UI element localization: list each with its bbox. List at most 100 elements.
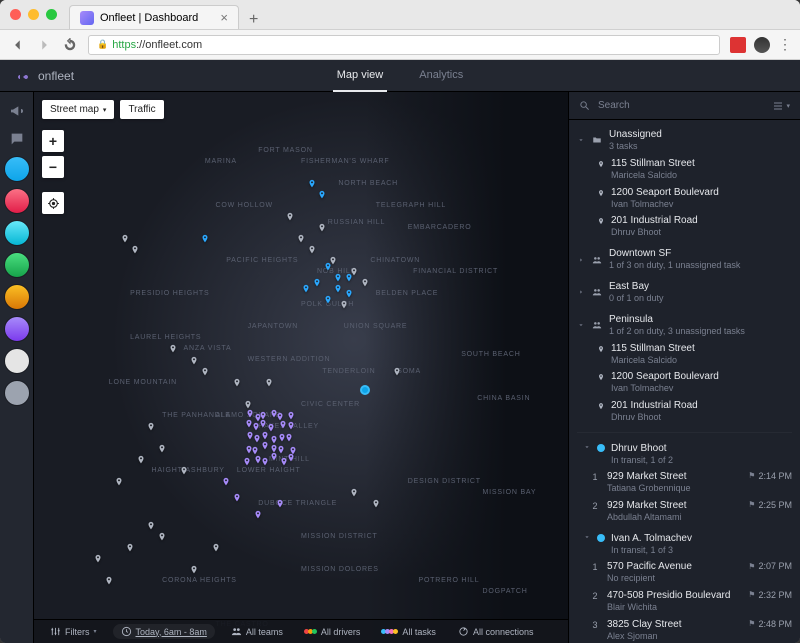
task-row[interactable]: 115 Stillman StreetMaricela Salcido (575, 155, 792, 184)
map-pin[interactable] (93, 552, 103, 566)
time-filter[interactable]: Today, 6am - 8am (113, 624, 215, 639)
new-tab-button[interactable]: + (239, 11, 268, 29)
map-pin[interactable] (344, 287, 354, 301)
close-icon[interactable]: × (220, 10, 228, 25)
map-pin[interactable] (260, 455, 270, 469)
map-pin[interactable] (333, 282, 343, 296)
map-pin[interactable] (264, 376, 274, 390)
connections-filter[interactable]: All connections (452, 624, 540, 639)
locate-button[interactable] (42, 192, 64, 214)
megaphone-icon[interactable] (6, 100, 28, 122)
map-pin[interactable] (157, 530, 167, 544)
map-pin[interactable] (344, 271, 354, 285)
map-pin[interactable] (125, 541, 135, 555)
view-toggle[interactable]: ▾ (772, 100, 790, 112)
map-pin[interactable] (232, 376, 242, 390)
group-header[interactable]: Downtown SF1 of 3 on duty, 1 unassigned … (575, 245, 792, 274)
map-pin[interactable] (317, 188, 327, 202)
rail-avatar[interactable] (4, 348, 30, 374)
map-pin[interactable] (360, 276, 370, 290)
driver-header[interactable]: Ivan A. TolmachevIn transit, 1 of 3 (575, 529, 792, 558)
rail-avatar[interactable] (4, 188, 30, 214)
task-row[interactable]: 1929 Market StreetTatiana Grobennique⚑2:… (575, 468, 792, 497)
tab-analytics[interactable]: Analytics (415, 60, 467, 92)
task-row[interactable]: 1570 Pacific AvenueNo recipient⚑2:07 PM (575, 558, 792, 587)
map-pin[interactable] (200, 232, 210, 246)
map-pin[interactable] (168, 342, 178, 356)
tab-map-view[interactable]: Map view (333, 60, 387, 92)
map-style-button[interactable]: Street map ▾ (42, 100, 114, 119)
map-pin[interactable] (296, 232, 306, 246)
window-minimize[interactable] (28, 9, 39, 20)
teams-filter[interactable]: All teams (225, 624, 289, 639)
map-pin[interactable] (114, 475, 124, 489)
group-header[interactable]: Peninsula1 of 2 on duty, 3 unassigned ta… (575, 311, 792, 340)
rail-avatar[interactable] (4, 316, 30, 342)
task-row[interactable]: 201 Industrial RoadDhruv Bhoot (575, 212, 792, 241)
driver-pulse-marker[interactable] (360, 385, 370, 395)
rail-avatar[interactable] (4, 252, 30, 278)
drivers-filter[interactable]: All drivers (299, 625, 367, 639)
back-button[interactable] (10, 37, 26, 53)
rail-avatar[interactable] (4, 380, 30, 406)
search-input[interactable]: Search (598, 100, 764, 111)
rail-avatar[interactable] (4, 220, 30, 246)
map-pin[interactable] (285, 210, 295, 224)
browser-tab[interactable]: Onfleet | Dashboard × (69, 5, 239, 29)
traffic-toggle[interactable]: Traffic (120, 100, 163, 119)
rail-avatar[interactable] (4, 156, 30, 182)
map-pin[interactable] (221, 475, 231, 489)
driver-header[interactable]: Dhruv BhootIn transit, 1 of 2 (575, 439, 792, 468)
browser-menu[interactable]: ⋮ (778, 36, 790, 53)
filters-button[interactable]: Filters ▾ (44, 624, 103, 639)
map-pin[interactable] (189, 354, 199, 368)
zoom-in-button[interactable]: + (42, 130, 64, 152)
map-pin[interactable] (200, 365, 210, 379)
map-pin[interactable] (253, 508, 263, 522)
map-pin[interactable] (242, 455, 252, 469)
window-close[interactable] (10, 9, 21, 20)
map-pin[interactable] (269, 450, 279, 464)
map-pin[interactable] (323, 293, 333, 307)
profile-avatar[interactable] (754, 37, 770, 53)
map-pin[interactable] (232, 491, 242, 505)
zoom-out-button[interactable]: − (42, 156, 64, 178)
task-row[interactable]: 1200 Seaport BoulevardIvan Tolmachev (575, 184, 792, 213)
task-row[interactable]: 115 Stillman StreetMaricela Salcido (575, 340, 792, 369)
forward-button[interactable] (36, 37, 52, 53)
address-bar[interactable]: 🔒 https://onfleet.com (88, 35, 720, 55)
task-row[interactable]: 33825 Clay StreetAlex Sjoman⚑2:48 PM (575, 616, 792, 643)
map-pin[interactable] (179, 464, 189, 478)
map-pin[interactable] (392, 365, 402, 379)
chat-icon[interactable] (6, 128, 28, 150)
map-canvas[interactable]: FORT MASONFISHERMAN'S WHARFNORTH BEACHTE… (34, 92, 568, 643)
task-row[interactable]: 2929 Market StreetAbdullah Altamami⚑2:25… (575, 497, 792, 526)
sidebar-search[interactable]: Search ▾ (569, 92, 800, 120)
tasks-filter[interactable]: All tasks (376, 625, 442, 639)
rail-avatar[interactable] (4, 284, 30, 310)
map-pin[interactable] (136, 453, 146, 467)
task-row[interactable]: 201 Industrial RoadDhruv Bhoot (575, 397, 792, 426)
map-pin[interactable] (189, 563, 199, 577)
map-pin[interactable] (120, 232, 130, 246)
map-pin[interactable] (211, 541, 221, 555)
map-pin[interactable] (146, 519, 156, 533)
group-header[interactable]: Unassigned3 tasks (575, 126, 792, 155)
reload-button[interactable] (62, 37, 78, 53)
map-pin[interactable] (323, 260, 333, 274)
map-pin[interactable] (286, 451, 296, 465)
window-zoom[interactable] (46, 9, 57, 20)
map-pin[interactable] (130, 243, 140, 257)
map-pin[interactable] (312, 276, 322, 290)
map-pin[interactable] (317, 221, 327, 235)
task-row[interactable]: 2470-508 Presidio BoulevardBlair Wichita… (575, 587, 792, 616)
map-pin[interactable] (301, 282, 311, 296)
extension-icon[interactable] (730, 37, 746, 53)
map-pin[interactable] (307, 177, 317, 191)
task-row[interactable]: 1200 Seaport BoulevardIvan Tolmachev (575, 368, 792, 397)
map-pin[interactable] (146, 420, 156, 434)
map-pin[interactable] (371, 497, 381, 511)
map-pin[interactable] (157, 442, 167, 456)
map-pin[interactable] (349, 486, 359, 500)
map-pin[interactable] (104, 574, 114, 588)
